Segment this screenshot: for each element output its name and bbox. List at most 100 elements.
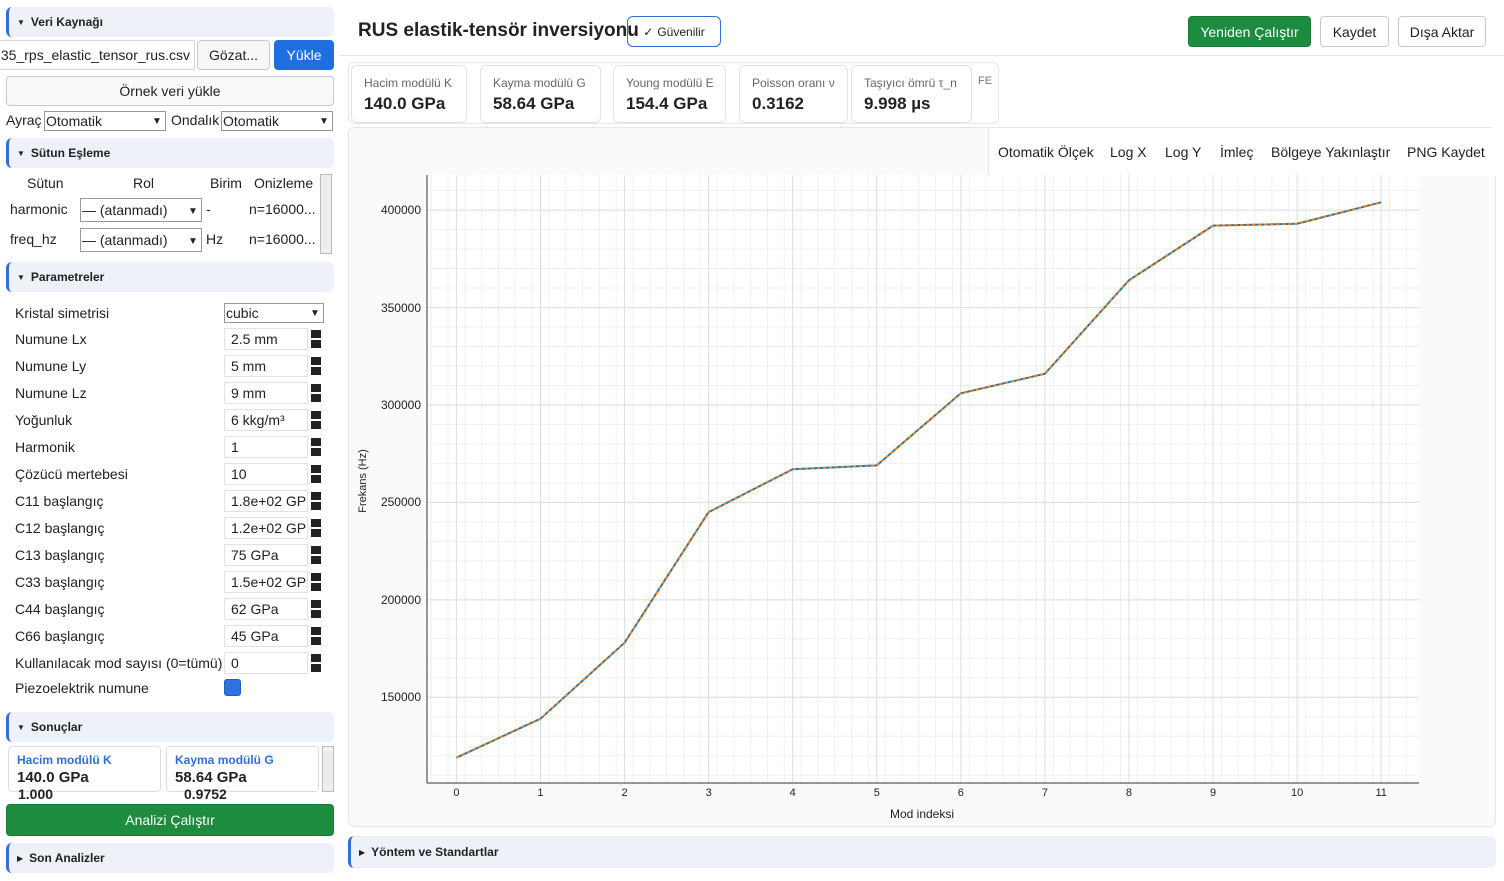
spinner-arrows-icon[interactable]	[310, 598, 322, 620]
piezo-checkbox[interactable]	[224, 679, 241, 696]
section-results[interactable]: ▼ Sonuçlar	[6, 712, 334, 742]
parameter-input[interactable]: 10	[224, 463, 308, 485]
browse-button[interactable]: Gözat...	[197, 40, 270, 70]
parameter-label: Numune Lz	[15, 385, 87, 401]
x-tick-label: 8	[1125, 787, 1133, 799]
result-subvalue: 0.9752	[184, 786, 227, 800]
parameter-input[interactable]: 45 GPa	[224, 625, 308, 647]
sidebar: ▼ Veri Kaynağı 35_rps_elastic_tensor_rus.…	[0, 0, 340, 881]
chevron-down-icon: ▼	[310, 307, 320, 319]
parameter-label: Çözücü mertebesi	[15, 466, 128, 482]
y-tick-label: 350000	[380, 300, 421, 315]
load-sample-button[interactable]: Örnek veri yükle	[6, 76, 334, 106]
run-analysis-button[interactable]: Analizi Çalıştır	[6, 804, 334, 836]
spinner-arrows-icon[interactable]	[310, 571, 322, 593]
parameter-input[interactable]: 0	[224, 652, 308, 674]
results-scrollbar[interactable]	[322, 746, 334, 792]
parameter-input[interactable]: 1.2e+02 GP	[224, 517, 308, 539]
page-title: RUS elastik-tensör inversiyonu	[358, 20, 639, 41]
x-tick-label: 4	[789, 787, 796, 799]
table-cell: harmonic	[10, 201, 68, 217]
x-tick-label: 9	[1209, 787, 1217, 799]
spinner-arrows-icon[interactable]	[310, 463, 322, 485]
spinner-arrows-icon[interactable]	[310, 409, 322, 431]
parameter-label: Numune Lx	[15, 331, 87, 347]
section-data-source[interactable]: ▼ Veri Kaynağı	[6, 7, 334, 37]
spinner-arrows-icon[interactable]	[310, 382, 322, 404]
symmetry-label: Kristal simetrisi	[15, 305, 110, 321]
chevron-down-icon: ▼	[152, 115, 162, 127]
parameter-input[interactable]: 1.5e+02 GP	[224, 571, 308, 593]
section-recent[interactable]: ▶ Son Analizler	[6, 843, 334, 873]
x-tick-label: 6	[957, 787, 964, 799]
spinner-arrows-icon[interactable]	[310, 328, 322, 350]
result-subvalue: 1.000	[18, 786, 54, 800]
table-cell: n=16000...	[249, 231, 316, 247]
parameter-input[interactable]: 1.8e+02 GP	[224, 490, 308, 512]
export-button[interactable]: Dışa Aktar	[1398, 16, 1486, 47]
delimiter-select[interactable]: Otomatik ▼	[44, 111, 166, 131]
result-value: 140.0 GPa	[17, 769, 89, 786]
parameter-input[interactable]: 2.5 mm	[224, 328, 308, 350]
metrics-strip: Hacim modülü K 140.0 GPa Kayma modülü G 58…	[348, 62, 999, 124]
parameter-input[interactable]: 75 GPa	[224, 544, 308, 566]
parameter-input[interactable]: 9 mm	[224, 382, 308, 404]
file-path-input[interactable]: 35_rps_elastic_tensor_rus.csv	[0, 40, 195, 70]
expand-triangle-icon: ▶	[17, 853, 24, 863]
parameter-label: C66 başlangıç	[15, 628, 105, 644]
save-button[interactable]: Kaydet	[1320, 16, 1389, 47]
table-cell: Hz	[206, 231, 224, 247]
metrics-overflow: FE	[978, 75, 993, 87]
x-tick-label: 2	[621, 787, 628, 799]
rerun-button[interactable]: Yeniden Çalıştır	[1188, 16, 1311, 47]
spinner-arrows-icon[interactable]	[310, 652, 322, 674]
parameter-label: Kullanılacak mod sayısı (0=tümü)	[15, 655, 223, 671]
section-column-mapping[interactable]: ▼ Sütun Eşleme	[6, 138, 334, 168]
main-panel: RUS elastik-tensör inversiyonu ✓ Güvenili…	[340, 0, 1504, 881]
collapse-triangle-icon: ▼	[17, 148, 25, 158]
chevron-down-icon: ▼	[188, 235, 198, 247]
spinner-arrows-icon[interactable]	[310, 490, 322, 512]
parameter-label: C12 başlangıç	[15, 520, 105, 536]
table-scrollbar[interactable]	[320, 174, 332, 254]
y-tick-label: 200000	[380, 592, 421, 607]
result-title: Kayma modülü G	[175, 753, 274, 767]
section-title: Yöntem ve Standartlar	[371, 845, 499, 859]
x-tick-label: 3	[705, 787, 712, 799]
column-header: Onizleme	[254, 175, 314, 191]
section-methods[interactable]: ▶ Yöntem ve Standartlar	[348, 836, 1496, 868]
metric-card: Hacim modülü K 140.0 GPa	[351, 65, 467, 123]
role-select[interactable]: — (atanmadı) ▼	[80, 198, 202, 222]
frequency-chart[interactable]	[349, 128, 1495, 826]
y-tick-label: 250000	[380, 495, 421, 510]
spinner-arrows-icon[interactable]	[310, 544, 322, 566]
parameter-label: Numune Ly	[15, 358, 87, 374]
x-tick-label: 1	[537, 787, 544, 799]
load-button[interactable]: Yükle	[274, 40, 334, 70]
parameter-input[interactable]: 6 kkg/m³	[224, 409, 308, 431]
result-title: Hacim modülü K	[17, 753, 112, 767]
decimal-select[interactable]: Otomatik ▼	[221, 111, 333, 131]
parameter-input[interactable]: 5 mm	[224, 355, 308, 377]
x-tick-label: 11	[1375, 787, 1387, 799]
parameter-label: Harmonik	[15, 439, 75, 455]
section-parameters[interactable]: ▼ Parametreler	[6, 262, 334, 292]
check-icon: ✓	[643, 24, 654, 39]
plot-panel: Otomatik Ölçek Log X Log Y İmleç Bölgeye…	[348, 127, 1497, 827]
y-tick-label: 150000	[380, 690, 421, 705]
parameter-input[interactable]: 1	[224, 436, 308, 458]
table-cell: freq_hz	[10, 231, 57, 247]
symmetry-select[interactable]: cubic ▼	[224, 303, 324, 323]
collapse-triangle-icon: ▼	[17, 17, 25, 27]
spinner-arrows-icon[interactable]	[310, 517, 322, 539]
metric-card: Kayma modülü G 58.64 GPa	[480, 65, 601, 123]
role-select[interactable]: — (atanmadı) ▼	[80, 228, 202, 252]
parameter-label: C44 başlangıç	[15, 601, 105, 617]
spinner-arrows-icon[interactable]	[310, 436, 322, 458]
spinner-arrows-icon[interactable]	[310, 355, 322, 377]
spinner-arrows-icon[interactable]	[310, 625, 322, 647]
section-title: Veri Kaynağı	[30, 15, 103, 29]
parameter-input[interactable]: 62 GPa	[224, 598, 308, 620]
result-value: 58.64 GPa	[175, 769, 247, 786]
column-mapping-table: Sütun Rol Birim Onizleme harmonic — (ata…	[6, 170, 334, 256]
